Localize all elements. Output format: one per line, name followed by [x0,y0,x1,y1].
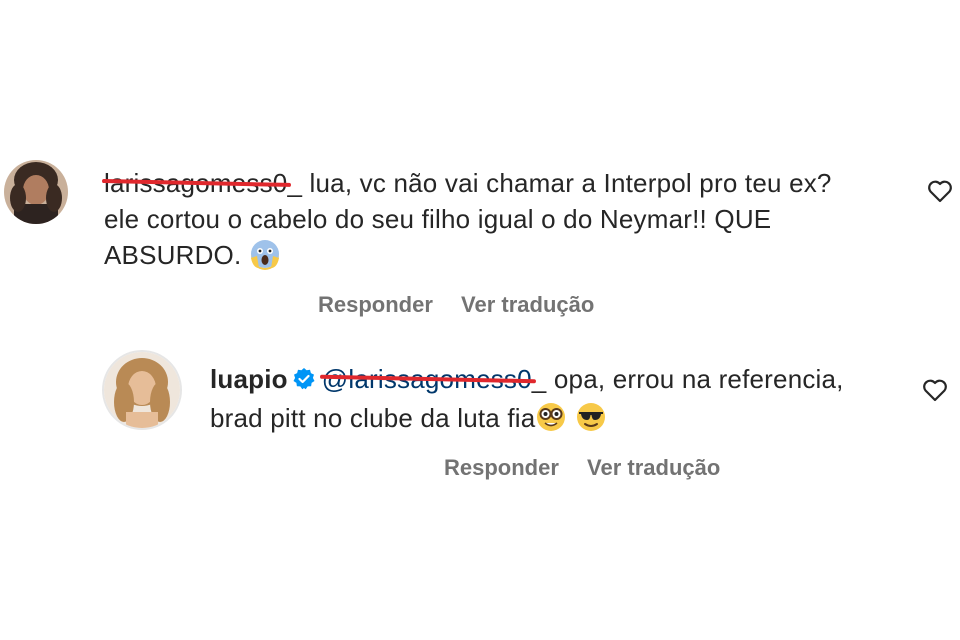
comment-body: luapio @larissagomess0_ opa, errou na re… [210,361,890,442]
see-translation-button[interactable]: Ver tradução [587,455,720,480]
avatar[interactable] [4,160,68,224]
comment-actions: Responder Ver tradução [444,455,742,481]
comment-text-line-3: ABSURDO. [104,240,242,270]
comment-actions: Responder Ver tradução [318,292,616,318]
reply-button[interactable]: Responder [318,292,433,317]
sunglasses-emoji-icon [575,401,607,442]
comment-body: larissagomess0_ lua, vc não vai chamar a… [104,165,884,279]
reply-button[interactable]: Responder [444,455,559,480]
heart-outline-icon[interactable] [922,378,948,407]
verified-badge-icon [292,364,316,400]
username[interactable]: larissagomess0 [104,165,287,201]
comment-text-line-2: brad pitt no clube da luta fia [210,403,536,433]
username[interactable]: luapio [210,364,288,394]
avatar[interactable] [104,352,180,428]
comment-text-line-1: _ lua, vc não vai chamar a Interpol pro … [287,168,832,198]
heart-outline-icon[interactable] [927,179,953,208]
comment-text-line-1: _ opa, errou na referencia, [531,364,844,394]
scream-emoji-icon [249,238,281,279]
comment-text-line-2: ele cortou o cabelo do seu filho igual o… [104,204,772,234]
see-translation-button[interactable]: Ver tradução [461,292,594,317]
nerd-face-emoji-icon [535,401,567,442]
mention-link[interactable]: @larissagomess0 [322,361,532,397]
